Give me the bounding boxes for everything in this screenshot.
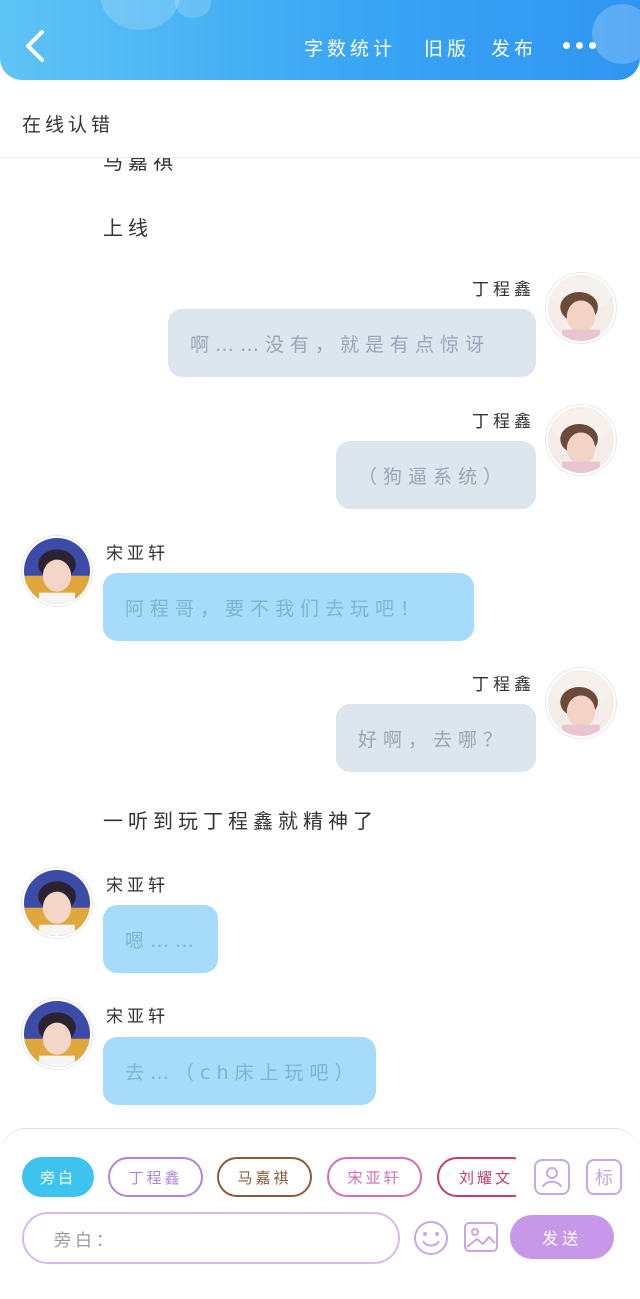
role-chip-narrator[interactable]: 旁白 — [22, 1157, 94, 1197]
image-button[interactable] — [463, 1219, 499, 1255]
tag-button[interactable]: 标 — [586, 1159, 622, 1195]
role-chip-liu-yaowen[interactable]: 刘耀文 — [437, 1157, 516, 1197]
more-dots-icon — [563, 42, 570, 49]
send-button[interactable]: 发送 — [510, 1215, 614, 1259]
speaker-name: 宋亚轩 — [106, 876, 169, 896]
narration-text: 一听到玩丁程鑫就精神了 — [103, 809, 378, 833]
character-card-button[interactable] — [534, 1159, 570, 1195]
speaker-name: 宋亚轩 — [106, 544, 169, 564]
speaker-name: 丁程鑫 — [472, 412, 535, 432]
message-bubble: 啊……没有，就是有点惊讶 — [168, 309, 536, 377]
composer-panel: 旁白 丁程鑫 马嘉祺 宋亚轩 刘耀文 标 旁白： 发送 — [0, 1128, 640, 1299]
narration-text: 马嘉祺 — [103, 158, 178, 174]
old-version-button[interactable]: 旧版 — [424, 34, 470, 61]
role-chip-song-yaxuan[interactable]: 宋亚轩 — [327, 1157, 422, 1197]
message-bubble: 好啊，去哪？ — [336, 704, 536, 772]
avatar-song-yaxuan[interactable] — [22, 999, 92, 1069]
more-dot — [589, 42, 596, 49]
decorative-bubble — [100, 0, 180, 30]
message-input[interactable]: 旁白： — [22, 1212, 400, 1264]
narration-text: 上线 — [103, 216, 153, 240]
role-chip-ding-chengxin[interactable]: 丁程鑫 — [108, 1157, 203, 1197]
emoji-button[interactable] — [412, 1219, 450, 1257]
smiley-icon — [414, 1221, 448, 1255]
top-bar: 字数统计 旧版 发布 — [0, 0, 640, 80]
message-bubble: 阿程哥，要不我们去玩吧！ — [103, 573, 474, 641]
more-button[interactable] — [560, 30, 600, 60]
publish-button[interactable]: 发布 — [491, 34, 537, 61]
message-bubble: （狗逼系统） — [336, 441, 536, 509]
chat-area[interactable]: 马嘉祺 上线 丁程鑫 啊……没有，就是有点惊讶 丁程鑫 （狗逼系统） 宋亚轩 阿… — [0, 158, 640, 1128]
sub-header: 在线认错 — [0, 80, 640, 158]
character-card-icon — [542, 1167, 562, 1188]
speaker-name: 丁程鑫 — [472, 280, 535, 300]
word-count-button[interactable]: 字数统计 — [304, 34, 396, 61]
message-bubble: 去…（ch床上玩吧） — [103, 1037, 376, 1105]
message-bubble: 嗯…… — [103, 905, 218, 973]
online-apology-title[interactable]: 在线认错 — [22, 110, 114, 137]
role-selector[interactable]: 旁白 丁程鑫 马嘉祺 宋亚轩 刘耀文 — [22, 1157, 516, 1199]
role-chip-ma-jiaqi[interactable]: 马嘉祺 — [217, 1157, 312, 1197]
speaker-name: 宋亚轩 — [106, 1007, 169, 1027]
avatar-ding-chengxin[interactable] — [546, 405, 616, 475]
avatar-ding-chengxin[interactable] — [546, 668, 616, 738]
chevron-left-icon — [26, 30, 44, 62]
decorative-bubble — [175, 0, 211, 18]
image-icon — [464, 1222, 498, 1252]
speaker-name: 丁程鑫 — [472, 675, 535, 695]
avatar-song-yaxuan[interactable] — [22, 536, 92, 606]
avatar-song-yaxuan[interactable] — [22, 868, 92, 938]
more-dot — [576, 42, 583, 49]
back-button[interactable] — [20, 26, 50, 66]
avatar-ding-chengxin[interactable] — [546, 273, 616, 343]
